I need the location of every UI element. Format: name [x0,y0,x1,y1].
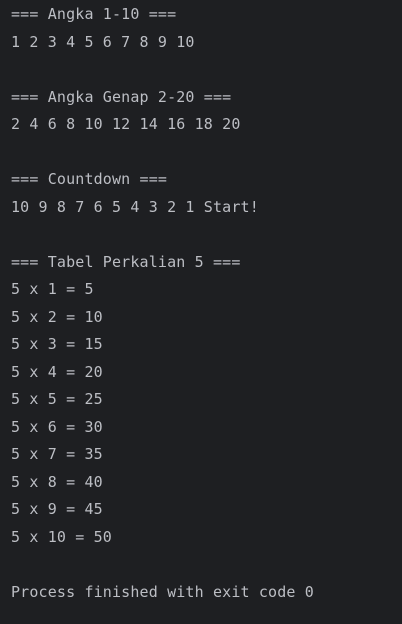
multiplication-row: 5 x 2 = 10 [11,307,103,326]
multiplication-row: 5 x 8 = 40 [11,472,103,491]
section-header-countdown: === Countdown === [11,170,168,188]
multiplication-row: 5 x 7 = 35 [11,445,103,463]
process-exit-message: Process finished with exit code 0 [11,582,314,601]
multiplication-row: 5 x 6 = 30 [11,417,103,436]
multiplication-row: 5 x 4 = 20 [11,362,103,381]
output-line-numbers: 1 2 3 4 5 6 7 8 9 10 [11,32,195,51]
section-header-angka: === Angka 1-10 === [11,5,177,23]
multiplication-row: 5 x 1 = 5 [11,280,94,298]
console-output: === Angka 1-10 === 1 2 3 4 5 6 7 8 9 10 … [0,0,402,624]
section-header-perkalian: === Tabel Perkalian 5 === [11,252,241,271]
multiplication-row: 5 x 5 = 25 [11,390,103,408]
section-header-genap: === Angka Genap 2-20 === [11,87,232,106]
output-line-even: 2 4 6 8 10 12 14 16 18 20 [11,115,241,133]
output-line-countdown: 10 9 8 7 6 5 4 3 2 1 Start! [11,197,259,216]
multiplication-row: 5 x 9 = 45 [11,500,103,518]
multiplication-row: 5 x 10 = 50 [11,527,112,546]
multiplication-row: 5 x 3 = 15 [11,335,103,353]
